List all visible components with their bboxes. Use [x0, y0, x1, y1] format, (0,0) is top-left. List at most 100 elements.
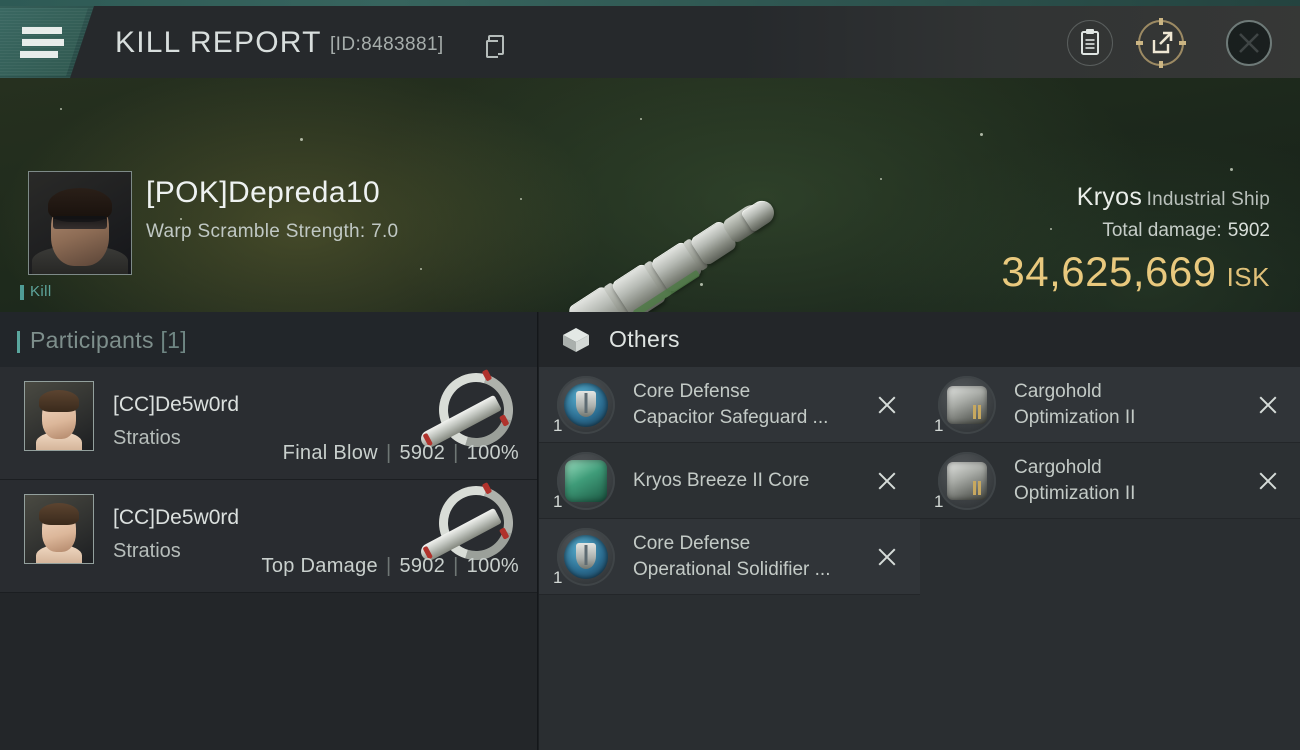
kill-report-window: KILL REPORT [ID:8483881] [POK]Depreda10 …: [0, 0, 1300, 750]
table-row[interactable]: [CC]De5w0rd Stratios Final Blow | 5902 | 100…: [0, 367, 537, 480]
item-name-line2: Operational Solidifier ...: [633, 558, 831, 580]
star: [300, 138, 303, 141]
table-row[interactable]: [CC]De5w0rd Stratios Top Damage | 5902 | 100…: [0, 480, 537, 593]
participants-count: [1]: [160, 327, 187, 353]
kill-banner: [POK]Depreda10 Warp Scramble Strength: 7…: [0, 78, 1300, 312]
copy-icon[interactable]: [486, 35, 504, 58]
star: [60, 108, 62, 110]
item-quantity: 1: [934, 492, 944, 511]
avatar-hair: [39, 503, 79, 525]
star: [180, 218, 182, 220]
others-title: Others: [609, 326, 680, 352]
avatar[interactable]: [24, 494, 94, 564]
victim-name[interactable]: [POK]Depreda10: [146, 176, 380, 210]
clipboard-button[interactable]: [1067, 20, 1113, 66]
rig-shield-icon: [557, 376, 615, 434]
hamburger-icon: [20, 27, 64, 63]
hamburger-panel-inner: [0, 8, 88, 76]
participant-ship-icon: [387, 463, 535, 599]
total-damage-label: Total damage:: [1102, 220, 1222, 241]
clipboard-ring: [1067, 20, 1113, 66]
share-tick-top: [1159, 18, 1163, 25]
avatar[interactable]: [24, 381, 94, 451]
total-damage-value: 5902: [1227, 220, 1270, 241]
isk-amount: 34,625,669: [1001, 248, 1217, 295]
cargo-rig-icon: [938, 376, 996, 434]
participant-ship-icon: [387, 350, 535, 486]
participants-title: Participants [1]: [17, 327, 187, 354]
participants-header: Participants [1]: [0, 312, 537, 367]
list-item[interactable]: 1 Kryos Breeze II Core: [539, 443, 920, 519]
warp-scramble-strength: Warp Scramble Strength: 7.0: [146, 221, 399, 242]
window-header: KILL REPORT [ID:8483881]: [0, 6, 1300, 78]
item-name: Core Defense Operational Solidifier ...: [633, 531, 859, 583]
list-item[interactable]: 1 Cargohold Optimization II: [920, 443, 1300, 519]
item-name: Cargohold Optimization II: [1014, 379, 1240, 431]
items-grid: 1 Core Defense Capacitor Safeguard ... 1…: [539, 367, 1300, 750]
remove-icon[interactable]: [876, 394, 898, 416]
participants-panel: Participants [1] [CC]De5w0rd Stratios Fi…: [0, 312, 538, 750]
star: [980, 133, 983, 136]
item-quantity: 1: [553, 568, 563, 587]
item-quantity: 1: [553, 492, 563, 511]
others-panel: Others 1 Core Defense Capacitor Safeguar…: [539, 312, 1300, 750]
item-name: Kryos Breeze II Core: [633, 468, 859, 494]
kill-type-tag: Kill: [20, 283, 52, 300]
item-name-line1: Kryos Breeze II Core: [633, 469, 810, 491]
star: [520, 198, 522, 200]
share-ring: [1138, 20, 1184, 66]
list-item[interactable]: 1 Core Defense Capacitor Safeguard ...: [539, 367, 920, 443]
participant-stats: Final Blow | 5902 | 100%: [282, 442, 519, 464]
remove-icon[interactable]: [1257, 470, 1279, 492]
item-name-line1: Core Defense: [633, 380, 751, 402]
item-quantity: 1: [553, 416, 563, 435]
star: [420, 268, 422, 270]
participant-damage: 5902: [399, 442, 446, 464]
item-name-line2: Optimization II: [1014, 406, 1136, 428]
cube-icon: [563, 328, 589, 352]
close-ring: [1226, 20, 1272, 66]
star: [1050, 228, 1052, 230]
participant-percent: 100%: [466, 555, 519, 577]
close-button[interactable]: [1226, 20, 1272, 66]
item-name-line2: Capacitor Safeguard ...: [633, 406, 829, 428]
rig-shield-icon: [557, 528, 615, 586]
green-core-icon: [557, 452, 615, 510]
hamburger-menu-button[interactable]: [0, 6, 94, 78]
participant-stats: Top Damage | 5902 | 100%: [261, 555, 519, 577]
remove-icon[interactable]: [1257, 394, 1279, 416]
header-background-fade: [740, 6, 1300, 78]
participant-name: [CC]De5w0rd: [113, 393, 240, 416]
items-column-right: 1 Cargohold Optimization II 1 Cargohold …: [920, 367, 1300, 519]
share-tick-right: [1179, 41, 1186, 45]
ship-info: Kryos Industrial Ship: [1077, 183, 1270, 212]
star: [640, 118, 642, 120]
share-button[interactable]: [1136, 18, 1186, 68]
list-item[interactable]: 1 Cargohold Optimization II: [920, 367, 1300, 443]
ship-class: Industrial Ship: [1146, 189, 1270, 210]
report-id: [ID:8483881]: [330, 34, 444, 55]
item-name: Core Defense Capacitor Safeguard ...: [633, 379, 859, 431]
participant-ship: Stratios: [113, 427, 181, 449]
star: [880, 178, 882, 180]
item-quantity: 1: [934, 416, 944, 435]
participant-role: Final Blow: [282, 442, 378, 464]
cargo-rig-icon: [938, 452, 996, 510]
item-name-line2: Optimization II: [1014, 482, 1136, 504]
item-name: Cargohold Optimization II: [1014, 455, 1240, 507]
list-item[interactable]: 1 Core Defense Operational Solidifier ..…: [539, 519, 920, 595]
participants-title-text: Participants: [30, 327, 154, 353]
avatar-hair: [39, 390, 79, 412]
participant-role: Top Damage: [261, 555, 378, 577]
others-header: Others: [539, 312, 1300, 367]
page-title: KILL REPORT: [115, 26, 322, 59]
share-tick-left: [1136, 41, 1143, 45]
remove-icon[interactable]: [876, 470, 898, 492]
items-column-left: 1 Core Defense Capacitor Safeguard ... 1…: [539, 367, 920, 595]
participant-damage: 5902: [399, 555, 446, 577]
remove-icon[interactable]: [876, 546, 898, 568]
avatar-glasses: [53, 216, 107, 229]
share-tick-bottom: [1159, 61, 1163, 68]
item-name-line1: Core Defense: [633, 532, 751, 554]
victim-avatar[interactable]: [28, 171, 132, 275]
